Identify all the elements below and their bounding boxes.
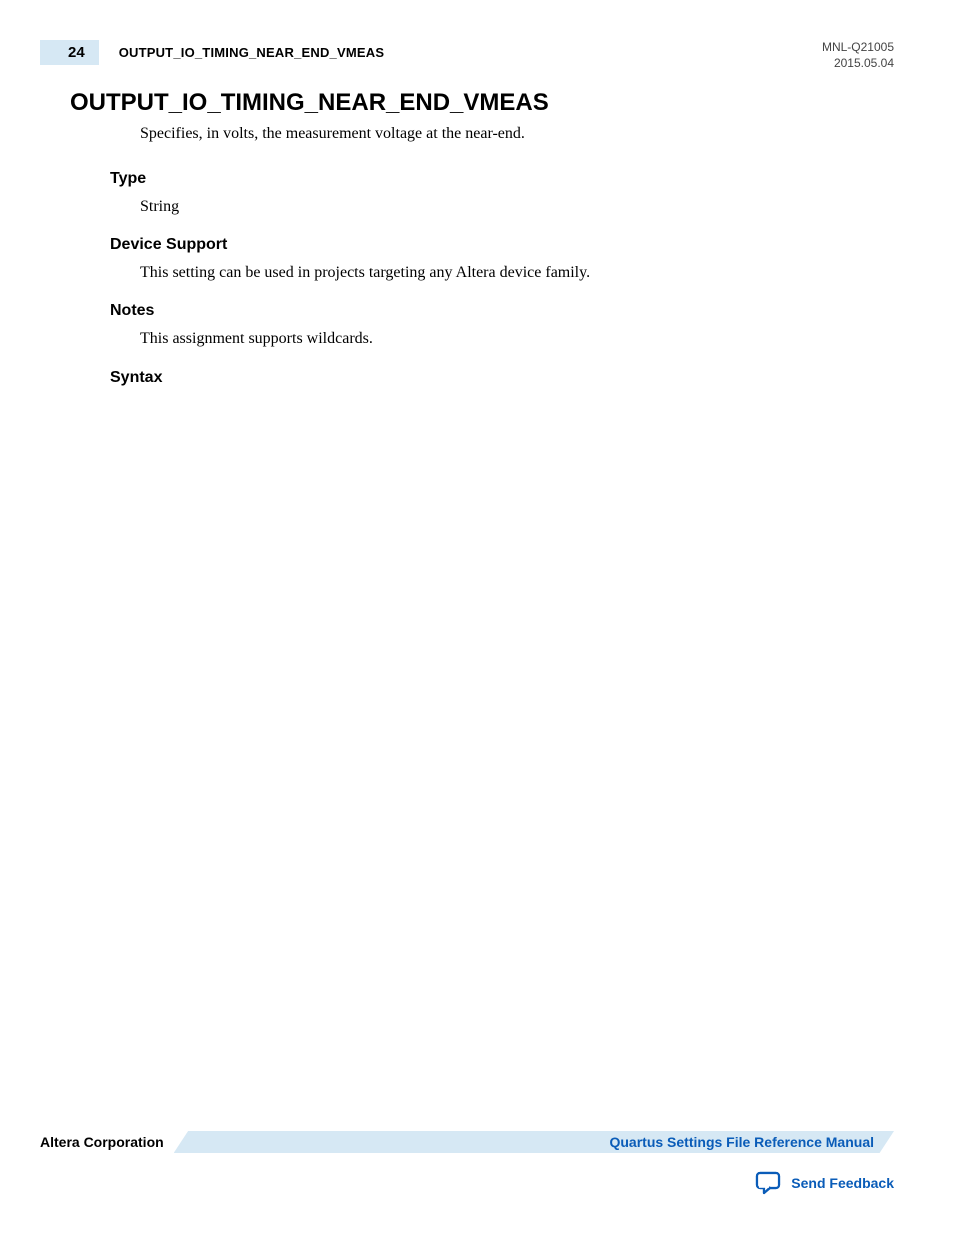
doc-date: 2015.05.04 bbox=[822, 56, 894, 72]
header-right: MNL-Q21005 2015.05.04 bbox=[822, 40, 894, 71]
manual-title-link[interactable]: Quartus Settings File Reference Manual bbox=[609, 1134, 874, 1150]
syntax-heading: Syntax bbox=[110, 369, 894, 387]
device-support-heading: Device Support bbox=[110, 236, 894, 254]
page-header: 24 OUTPUT_IO_TIMING_NEAR_END_VMEAS MNL-Q… bbox=[40, 40, 894, 71]
footer-bar: Altera Corporation Quartus Settings File… bbox=[40, 1131, 894, 1153]
doc-id: MNL-Q21005 bbox=[822, 40, 894, 56]
notes-body: This assignment supports wildcards. bbox=[140, 328, 894, 350]
footer-stripe: Quartus Settings File Reference Manual bbox=[174, 1131, 894, 1153]
feedback-row: Send Feedback bbox=[40, 1171, 894, 1195]
notes-heading: Notes bbox=[110, 302, 894, 320]
page-footer: Altera Corporation Quartus Settings File… bbox=[40, 1131, 894, 1195]
page-number: 24 bbox=[40, 40, 99, 65]
document-page: 24 OUTPUT_IO_TIMING_NEAR_END_VMEAS MNL-Q… bbox=[0, 0, 954, 1235]
footer-company: Altera Corporation bbox=[40, 1134, 174, 1150]
type-heading: Type bbox=[110, 170, 894, 188]
page-title: OUTPUT_IO_TIMING_NEAR_END_VMEAS bbox=[70, 89, 894, 117]
type-body: String bbox=[140, 196, 894, 218]
device-support-body: This setting can be used in projects tar… bbox=[140, 262, 894, 284]
header-left: 24 OUTPUT_IO_TIMING_NEAR_END_VMEAS bbox=[40, 40, 384, 65]
speech-bubble-icon bbox=[755, 1171, 781, 1195]
page-description: Specifies, in volts, the measurement vol… bbox=[140, 123, 894, 145]
send-feedback-link[interactable]: Send Feedback bbox=[791, 1175, 894, 1191]
breadcrumb: OUTPUT_IO_TIMING_NEAR_END_VMEAS bbox=[119, 45, 385, 60]
